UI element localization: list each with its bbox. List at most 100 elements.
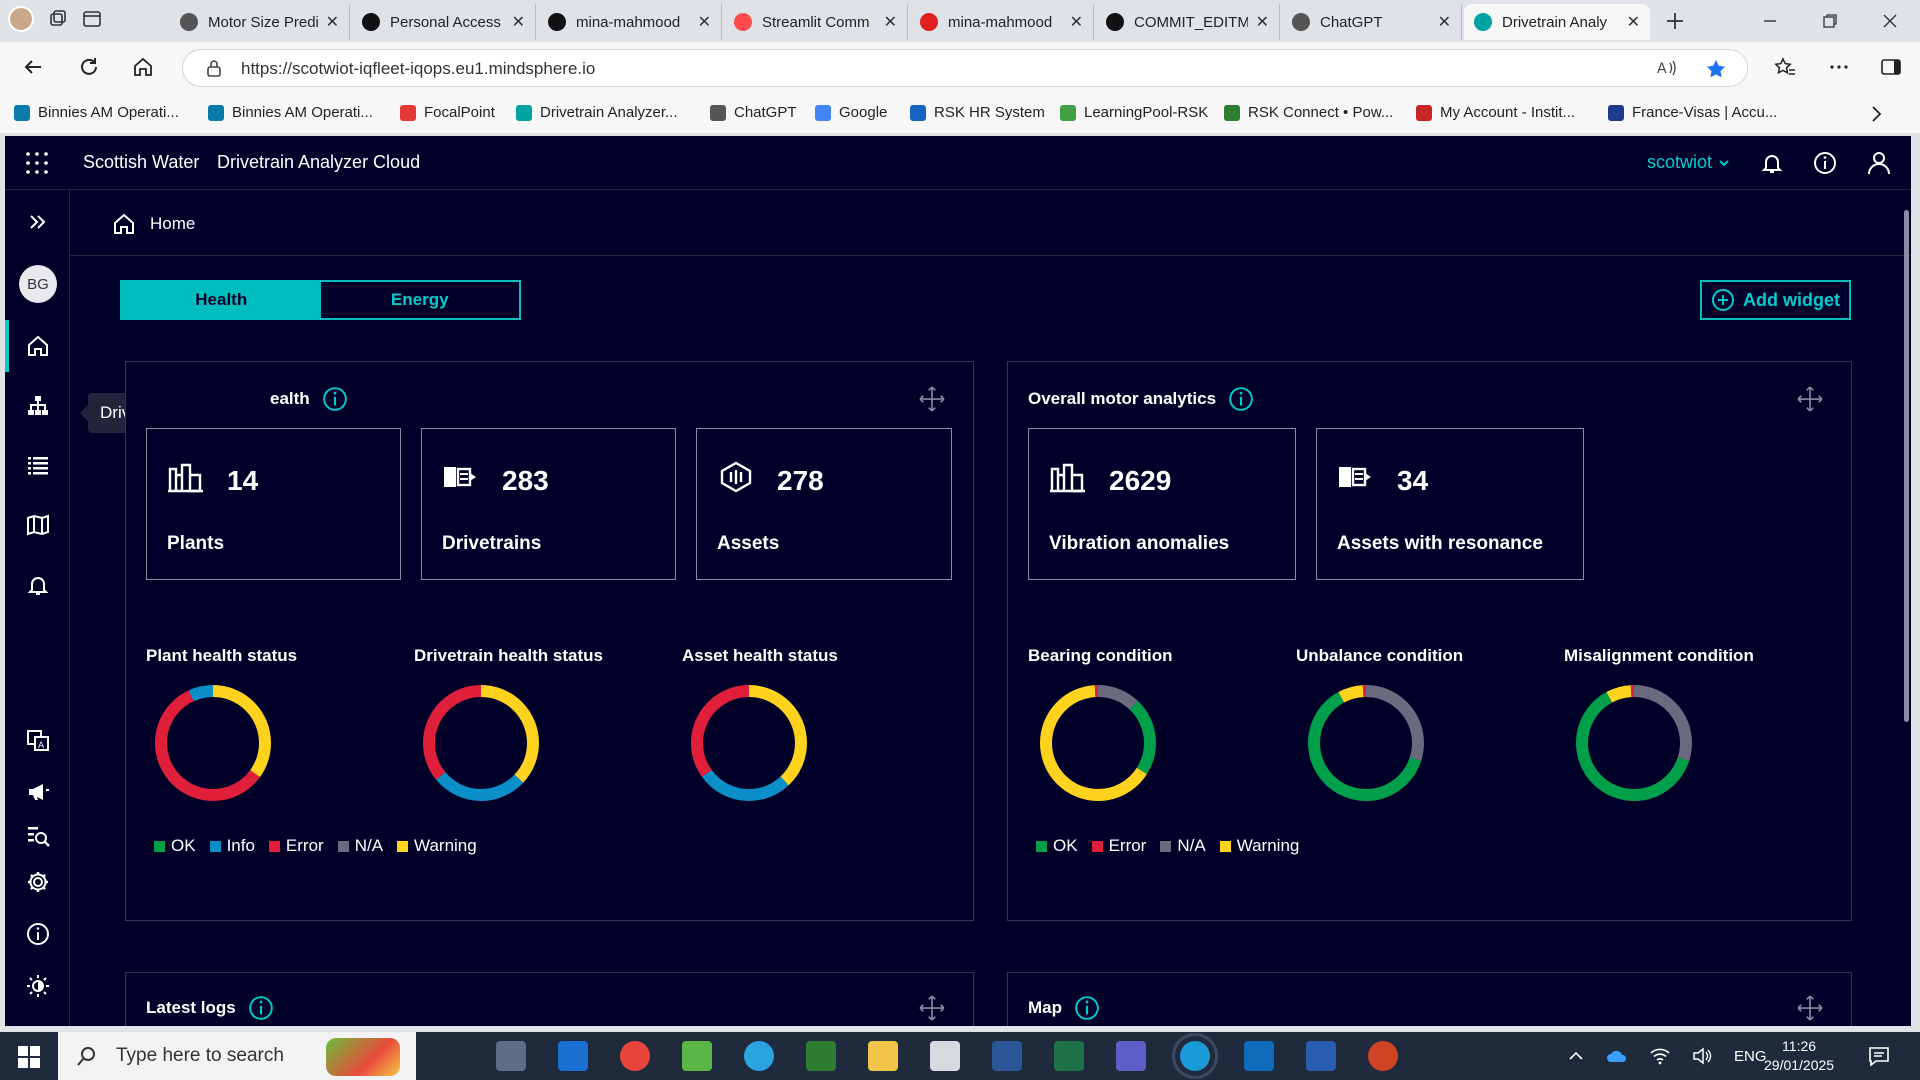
edge-icon[interactable] (1172, 1033, 1218, 1079)
nav-list-icon[interactable] (5, 445, 70, 485)
restore-button[interactable] (1800, 0, 1860, 42)
kpi-card[interactable]: 2629 Vibration anomalies (1028, 428, 1296, 580)
nav-translate-icon[interactable]: A (5, 720, 70, 760)
kpi-card[interactable]: 14 Plants (146, 428, 401, 580)
app-launcher-icon[interactable] (25, 151, 49, 175)
bookmark-item[interactable]: Google (815, 104, 887, 121)
donut-chart[interactable] (1573, 682, 1695, 804)
wifi-icon[interactable] (1650, 1047, 1670, 1065)
bookmark-item[interactable]: My Account - Instit... (1416, 104, 1575, 121)
favorites-icon[interactable] (1774, 56, 1796, 78)
nav-search-icon[interactable] (5, 816, 70, 856)
tray-chevron-up-icon[interactable] (1568, 1048, 1584, 1064)
close-tab-icon[interactable]: ✕ (1070, 12, 1083, 32)
chrome-icon[interactable] (620, 1041, 650, 1071)
bookmark-item[interactable]: RSK HR System (910, 104, 1045, 121)
excel-icon[interactable] (1054, 1041, 1084, 1071)
edge-canary-icon[interactable] (558, 1041, 588, 1071)
close-tab-icon[interactable]: ✕ (1256, 12, 1269, 32)
nav-settings-icon[interactable] (5, 862, 70, 902)
address-bar[interactable]: https://scotwiot-iqfleet-iqops.eu1.minds… (182, 49, 1748, 87)
bookmark-item[interactable]: RSK Connect • Pow... (1224, 104, 1393, 121)
back-icon[interactable] (22, 56, 44, 78)
file-explorer-icon[interactable] (868, 1041, 898, 1071)
user-icon[interactable] (1867, 151, 1891, 175)
taskbar-search[interactable]: Type here to search (58, 1032, 416, 1080)
nav-hierarchy-icon[interactable] (5, 386, 70, 426)
legend-item[interactable]: N/A (337, 836, 383, 856)
task-view-icon[interactable] (434, 1041, 464, 1071)
donut-chart[interactable] (420, 682, 542, 804)
xming-icon[interactable] (682, 1041, 712, 1071)
teams-icon[interactable] (1116, 1041, 1146, 1071)
volume-icon[interactable] (1692, 1047, 1712, 1065)
more-options-icon[interactable] (1828, 56, 1850, 78)
outlook-icon[interactable] (1244, 1041, 1274, 1071)
close-tab-icon[interactable]: ✕ (326, 12, 339, 32)
bookmark-item[interactable]: Binnies AM Operati... (208, 104, 373, 121)
onedrive-icon[interactable] (1606, 1048, 1628, 1064)
kpi-card[interactable]: 283 Drivetrains (421, 428, 676, 580)
bookmark-item[interactable]: Drivetrain Analyzer... (516, 104, 678, 121)
refresh-icon[interactable] (78, 56, 100, 78)
drag-move-icon[interactable] (1797, 386, 1823, 412)
legend-item[interactable]: Info (209, 836, 255, 856)
workspaces-icon[interactable] (48, 9, 68, 29)
browser-tab[interactable]: COMMIT_EDITM ✕ (1096, 4, 1280, 40)
notification-center-icon[interactable] (1868, 1045, 1890, 1067)
tab-health[interactable]: Health (122, 282, 321, 318)
legend-item[interactable]: Warning (397, 836, 477, 856)
browser-tab[interactable]: Streamlit Comm ✕ (724, 4, 908, 40)
clock[interactable]: 11:26 29/01/2025 (1764, 1032, 1834, 1080)
favorite-star-icon[interactable] (1705, 58, 1727, 80)
browser-tab[interactable]: mina-mahmood ✕ (910, 4, 1094, 40)
info-icon[interactable] (1228, 386, 1254, 412)
legend-item[interactable]: OK (154, 836, 196, 856)
bookmark-item[interactable]: France-Visas | Accu... (1608, 104, 1777, 121)
powerpoint-icon[interactable] (1368, 1041, 1398, 1071)
lock-icon[interactable] (205, 59, 223, 77)
legend-item[interactable]: Error (268, 836, 324, 856)
home-icon[interactable] (132, 56, 154, 78)
close-window-button[interactable] (1860, 0, 1920, 42)
nav-map-icon[interactable] (5, 505, 70, 545)
tab-actions-icon[interactable] (82, 9, 102, 29)
legend-item[interactable]: N/A (1160, 836, 1206, 856)
word-icon[interactable] (992, 1041, 1022, 1071)
calculator-icon[interactable] (496, 1041, 526, 1071)
bookmark-item[interactable]: ChatGPT (710, 104, 797, 121)
language-indicator[interactable]: ENG (1734, 1048, 1767, 1065)
new-tab-icon[interactable] (1664, 10, 1686, 32)
page-scrollbar[interactable] (1902, 190, 1911, 1026)
drag-move-icon[interactable] (1797, 995, 1823, 1021)
info-icon[interactable] (1074, 995, 1100, 1021)
bookmarks-overflow-icon[interactable] (1866, 104, 1886, 124)
add-widget-button[interactable]: Add widget (1700, 280, 1851, 320)
close-tab-icon[interactable]: ✕ (1438, 12, 1451, 32)
project-icon[interactable] (806, 1041, 836, 1071)
notification-bell-icon[interactable] (1760, 151, 1784, 175)
nav-alerts-icon[interactable] (5, 565, 70, 605)
browser-tab[interactable]: Personal Access ✕ (352, 4, 536, 40)
bookmark-item[interactable]: LearningPool-RSK (1060, 104, 1208, 121)
donut-chart[interactable] (1305, 682, 1427, 804)
breadcrumb-home-icon[interactable] (112, 212, 136, 236)
browser-tab[interactable]: Drivetrain Analy ✕ (1464, 4, 1650, 40)
browser-tab[interactable]: mina-mahmood ✕ (538, 4, 722, 40)
profile-avatar[interactable] (8, 6, 34, 32)
nav-home-icon[interactable] (5, 326, 70, 366)
bookmark-item[interactable]: FocalPoint (400, 104, 495, 121)
windows-start-icon[interactable] (18, 1046, 40, 1068)
legend-item[interactable]: Error (1091, 836, 1146, 856)
read-aloud-icon[interactable]: A (1657, 59, 1677, 77)
paint-icon[interactable] (930, 1041, 960, 1071)
donut-chart[interactable] (152, 682, 274, 804)
breadcrumb-home[interactable]: Home (150, 214, 195, 234)
info-icon[interactable] (248, 995, 274, 1021)
donut-chart[interactable] (688, 682, 810, 804)
tenant-selector[interactable]: scotwiot (1647, 152, 1730, 173)
bookmark-item[interactable]: Binnies AM Operati... (14, 104, 179, 121)
drag-move-icon[interactable] (919, 995, 945, 1021)
sidebar-toggle-icon[interactable] (1880, 56, 1902, 78)
minimize-button[interactable] (1740, 0, 1800, 42)
